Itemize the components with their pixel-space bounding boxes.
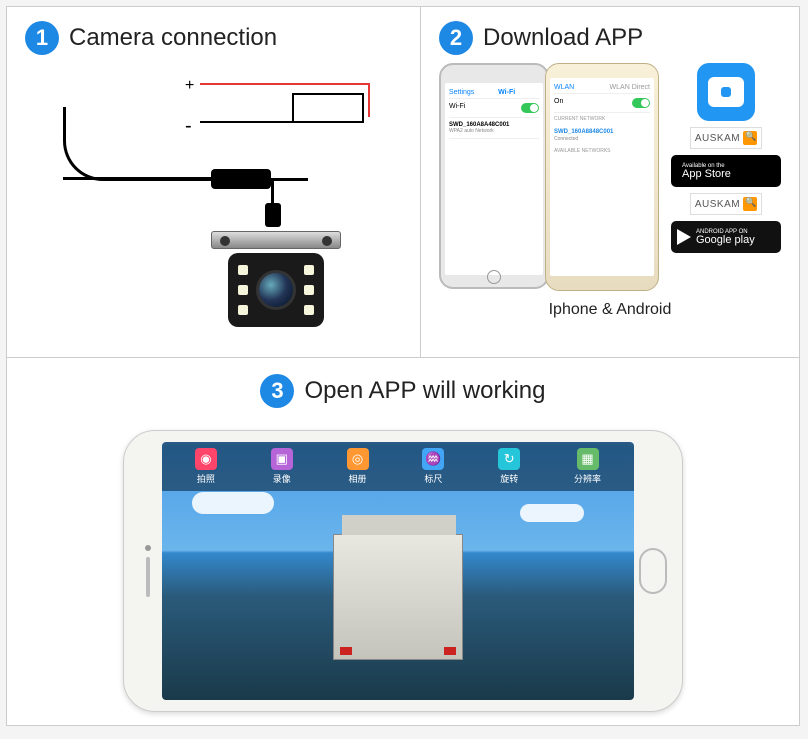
step3-header: 3 Open APP will working [260, 374, 545, 408]
step3-badge: 3 [260, 374, 294, 408]
auskam-badge: AUSKAM [690, 127, 762, 149]
resolution-icon: ▦ [577, 448, 599, 470]
tb-label: 录像 [273, 472, 291, 485]
app-toolbar: ◉ 拍照 ▣ 录像 ◎ 相册 ♒ 标尺 ↻ 旋转 ▦ 分辨率 [162, 442, 634, 491]
wlan-tab: WLAN Direct [610, 84, 650, 91]
cable-horizontal [63, 177, 213, 180]
tb-label: 拍照 [197, 472, 215, 485]
iphone-mockup: SettingsWi-Fi Wi-Fi SWD_160A8A48C001WPA2… [439, 63, 549, 289]
wlan-sub: Connected [554, 136, 578, 142]
android-mockup: WLAN WLAN Direct On CURRENT NETWORK SWD_1… [545, 63, 659, 291]
wlan-toggle-icon [632, 98, 650, 108]
speaker-icon [146, 557, 150, 597]
gplay-big: Google play [696, 235, 755, 246]
wifi-label: Wi-Fi [449, 103, 465, 113]
led-icon [238, 285, 248, 295]
led-icon [238, 305, 248, 315]
toolbar-ruler: ♒ 标尺 [422, 448, 444, 485]
phones-caption: Iphone & Android [439, 301, 781, 319]
home-button-icon [487, 270, 501, 284]
step1-badge: 1 [25, 21, 59, 55]
phone-speaker [134, 545, 162, 597]
step3-title: Open APP will working [304, 377, 545, 405]
iphone-screen: SettingsWi-Fi Wi-Fi SWD_160A8A48C001WPA2… [445, 83, 543, 275]
toolbar-rotate: ↻ 旋转 [498, 448, 520, 485]
toolbar-photo: ◉ 拍照 [195, 448, 217, 485]
wiring-diagram: + - [25, 63, 402, 343]
on-label: On [554, 98, 563, 108]
auskam-badge-2: AUSKAM [690, 193, 762, 215]
auskam-text-2: AUSKAM [695, 199, 740, 210]
app-screen: ◉ 拍照 ▣ 录像 ◎ 相册 ♒ 标尺 ↻ 旋转 ▦ 分辨率 [162, 442, 634, 700]
led-icon [304, 285, 314, 295]
step2-content: SettingsWi-Fi Wi-Fi SWD_160A8A48C001WPA2… [439, 63, 781, 291]
play-icon [677, 229, 691, 245]
wifi-title: Wi-Fi [498, 89, 515, 96]
rotate-icon: ↻ [498, 448, 520, 470]
cloud-icon [192, 492, 274, 514]
toolbar-video: ▣ 录像 [271, 448, 293, 485]
android-screen: WLAN WLAN Direct On CURRENT NETWORK SWD_1… [550, 78, 654, 276]
panel-camera-connection: 1 Camera connection + - [7, 7, 421, 357]
app-badges: AUSKAM Available on theApp Store AUSKAM … [671, 63, 781, 291]
toolbar-gallery: ◎ 相册 [347, 448, 369, 485]
camera-icon: ◉ [195, 448, 217, 470]
back-link: Settings [449, 89, 474, 96]
main-cable [63, 107, 308, 181]
step2-header: 2 Download APP [439, 21, 781, 55]
camera-app-icon [708, 77, 744, 107]
wlan-network: SWD_160A8848C001 [554, 129, 613, 135]
truck-lights [334, 647, 462, 655]
auskam-text: AUSKAM [695, 133, 740, 144]
led-icon [304, 305, 314, 315]
tb-label: 旋转 [500, 472, 518, 485]
search-icon [743, 197, 757, 211]
panel-download-app: 2 Download APP Settings Wi-Fi Wi-Fi SWD_1… [421, 7, 799, 357]
camera-bracket [211, 231, 341, 249]
home-area [634, 548, 672, 594]
truck-graphic [333, 534, 463, 660]
positive-wire [200, 83, 370, 85]
led-icon [304, 265, 314, 275]
camera-body [228, 253, 324, 327]
appstore-big: App Store [682, 169, 731, 180]
app-icon [697, 63, 755, 121]
section-current: CURRENT NETWORK [554, 113, 650, 125]
tb-label: 标尺 [424, 472, 442, 485]
google-play-badge: ANDROID APP ONGoogle play [671, 221, 781, 253]
camera-unit [211, 231, 341, 331]
sensor-icon [145, 545, 151, 551]
video-icon: ▣ [271, 448, 293, 470]
step1-title: Camera connection [69, 24, 277, 52]
gallery-icon: ◎ [347, 448, 369, 470]
wifi-sub: WPA2 auto Network [449, 128, 494, 134]
step1-header: 1 Camera connection [25, 21, 402, 55]
top-row: 1 Camera connection + - [7, 7, 799, 358]
wifi-transmitter [211, 169, 271, 189]
instruction-card: 1 Camera connection + - [6, 6, 800, 726]
phone-landscape: ◉ 拍照 ▣ 录像 ◎ 相册 ♒ 标尺 ↻ 旋转 ▦ 分辨率 [123, 430, 683, 712]
search-icon [743, 131, 757, 145]
tb-label: 相册 [349, 472, 367, 485]
taillight-icon [444, 647, 456, 655]
tb-label: 分辨率 [574, 472, 601, 485]
plus-label: + [185, 77, 194, 95]
ruler-icon: ♒ [422, 448, 444, 470]
step2-badge: 2 [439, 21, 473, 55]
toolbar-resolution: ▦ 分辨率 [574, 448, 601, 485]
home-button-icon [639, 548, 667, 594]
step2-title: Download APP [483, 24, 643, 52]
app-store-badge: Available on theApp Store [671, 155, 781, 187]
cable-connector [265, 203, 281, 227]
led-icon [238, 265, 248, 275]
phones-group: SettingsWi-Fi Wi-Fi SWD_160A8A48C001WPA2… [439, 63, 659, 291]
panel-open-app: 3 Open APP will working ◉ 拍照 ▣ 录像 ◎ 相册 ♒ 标尺 … [7, 358, 799, 726]
taillight-icon [340, 647, 352, 655]
wifi-toggle-icon [521, 103, 539, 113]
camera-lens-icon [256, 270, 296, 310]
cloud-icon [520, 504, 584, 522]
wlan-title: WLAN [554, 84, 574, 91]
section-available: AVAILABLE NETWORKS [554, 145, 650, 157]
